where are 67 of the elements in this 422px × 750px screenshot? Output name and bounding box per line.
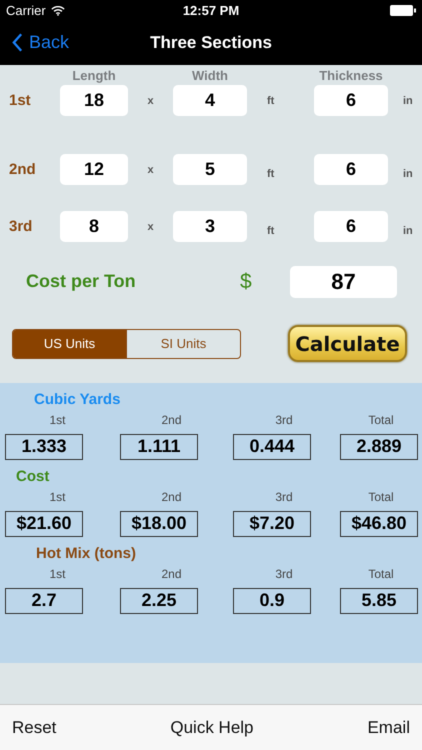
column-label: Total (367, 412, 395, 429)
wifi-icon (50, 4, 65, 16)
column-label: 2nd (160, 489, 183, 506)
column-label: 3rd (274, 412, 294, 429)
unit-label: in (402, 168, 414, 180)
column-header: Width (191, 68, 229, 82)
column-label: 3rd (274, 489, 294, 506)
row-label: 3rd (8, 218, 34, 235)
unit-label: ft (266, 168, 276, 180)
input-field[interactable]: 5 (173, 154, 247, 185)
unit-label: in (402, 224, 414, 236)
segment-tab[interactable]: SI Units (126, 330, 240, 358)
back-button[interactable]: Back (0, 32, 70, 53)
times-sign: x (146, 220, 155, 232)
result-value: 2.7 (5, 588, 83, 614)
column-label: 3rd (274, 566, 294, 583)
times-sign: x (146, 164, 155, 176)
currency-sign: $ (240, 270, 253, 294)
unit-label: ft (266, 224, 276, 236)
toolbar-button[interactable]: Reset (12, 718, 56, 738)
result-value: 1.111 (120, 434, 198, 460)
input-field[interactable]: 87 (290, 266, 397, 298)
section-title: Cubic Yards (34, 390, 120, 408)
column-label: 2nd (160, 566, 183, 583)
screen-title: Three Sections (150, 32, 272, 52)
input-field[interactable]: 18 (60, 85, 128, 116)
column-label: Total (367, 566, 395, 583)
chevron-left-icon (12, 33, 23, 52)
calculate-button[interactable]: Calculate (288, 325, 407, 362)
clock-label: 12:57 PM (182, 2, 240, 18)
unit-label: ft (266, 94, 276, 106)
times-sign: x (146, 94, 155, 106)
section-title: Cost (16, 468, 50, 484)
column-label: Total (367, 489, 395, 506)
input-field[interactable]: 4 (173, 85, 247, 116)
result-value: 1.333 (5, 434, 83, 460)
row-label: 2nd (8, 161, 37, 178)
toolbar-button[interactable]: Email (367, 718, 410, 738)
result-value: 0.444 (233, 434, 311, 460)
field-label: Cost per Ton (25, 271, 137, 292)
column-label: 1st (48, 566, 66, 583)
section-title: Hot Mix (tons) (36, 544, 136, 562)
result-value: $7.20 (233, 511, 311, 537)
column-label: 1st (48, 489, 66, 506)
column-header: Length (71, 68, 117, 82)
carrier-label: Carrier (6, 2, 46, 18)
result-value: 2.25 (120, 588, 198, 614)
input-field[interactable]: 12 (60, 154, 128, 185)
result-value: 5.85 (340, 588, 418, 614)
result-value: 2.889 (340, 434, 418, 460)
result-value: $18.00 (120, 511, 198, 537)
input-field[interactable]: 3 (173, 211, 247, 242)
result-value: $21.60 (5, 511, 83, 537)
result-value: 0.9 (233, 588, 311, 614)
unit-label: in (402, 94, 414, 106)
input-field[interactable]: 6 (314, 211, 388, 242)
result-value: $46.80 (340, 511, 418, 537)
input-field[interactable]: 8 (60, 211, 128, 242)
column-label: 2nd (160, 412, 183, 429)
segment-tab[interactable]: US Units (13, 330, 126, 358)
battery-icon (390, 4, 416, 16)
column-label: 1st (48, 412, 66, 429)
toolbar-button[interactable]: Quick Help (170, 718, 254, 738)
input-field[interactable]: 6 (314, 85, 388, 116)
column-header: Thickness (318, 68, 384, 82)
input-field[interactable]: 6 (314, 154, 388, 185)
row-label: 1st (8, 92, 32, 109)
